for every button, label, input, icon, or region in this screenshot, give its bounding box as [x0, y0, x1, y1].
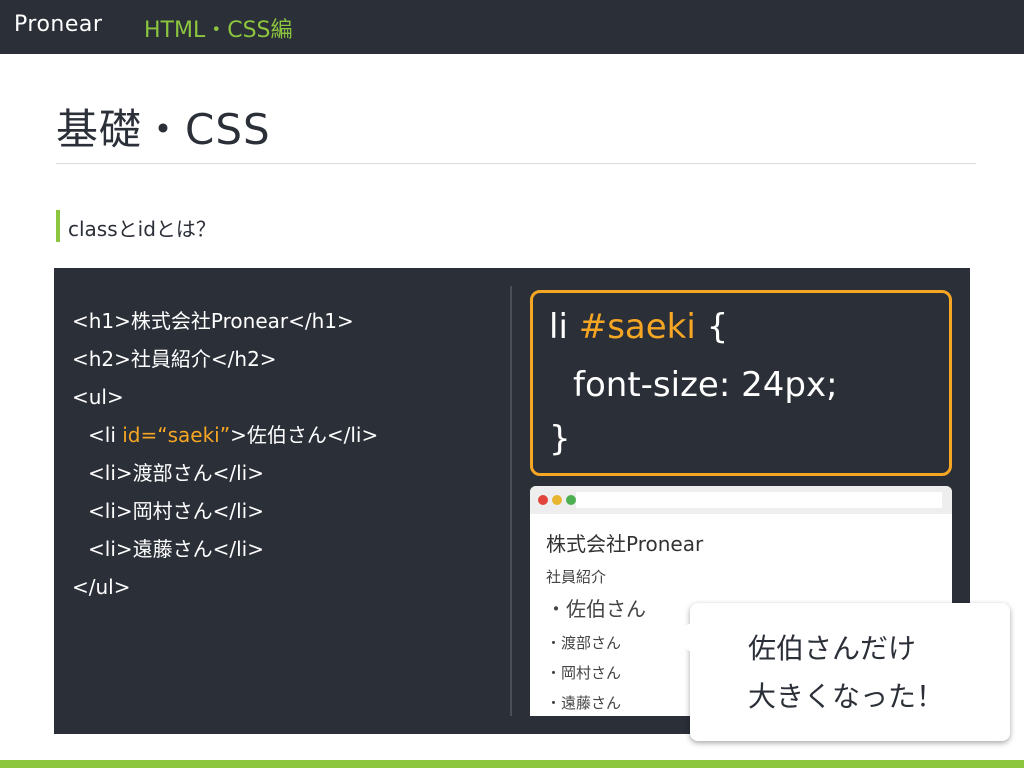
css-selector-id: #saeki [578, 307, 696, 347]
code-line: <li>遠藤さん</li> [72, 530, 378, 568]
code-text: >佐伯さん</li> [230, 423, 379, 447]
code-text: <li>岡村さん</li> [88, 499, 264, 523]
course-name: HTML・CSS編 [144, 18, 293, 43]
panel-divider [510, 286, 512, 716]
code-line: <ul> [72, 378, 378, 416]
code-text: <li>遠藤さん</li> [88, 537, 264, 561]
code-line: <h2>社員紹介</h2> [72, 340, 378, 378]
browser-toolbar [530, 486, 952, 514]
code-text: <li [88, 423, 123, 447]
callout-line: 佐伯さんだけ [748, 632, 917, 665]
maximize-dot-icon [566, 495, 576, 505]
code-line: <li>岡村さん</li> [72, 492, 378, 530]
section-title: classとidとは？ [68, 217, 216, 241]
callout-bubble: 佐伯さんだけ 大きくなった！ [666, 603, 1010, 741]
preview-subheading: 社員紹介 [546, 568, 607, 586]
css-open-brace: { [695, 307, 729, 347]
code-line: <li>渡部さん</li> [72, 454, 378, 492]
close-dot-icon [538, 495, 548, 505]
css-selector-line: li #saeki { [549, 307, 728, 347]
list-item: ・渡部さん [546, 634, 622, 652]
list-item-large: ・佐伯さん [546, 597, 646, 621]
css-declaration: font-size: 24px; [573, 365, 838, 405]
code-line-highlighted: <li id=“saeki”>佐伯さん</li> [72, 416, 378, 454]
css-code-box: li #saeki { font-size: 24px; } [530, 290, 952, 476]
css-close-brace: } [549, 419, 571, 459]
callout-tail [666, 623, 692, 653]
list-item: ・岡村さん [546, 664, 622, 682]
list-item: ・遠藤さん [546, 694, 622, 712]
preview-heading: 株式会社Pronear [546, 532, 704, 556]
callout-text: 佐伯さんだけ 大きくなった！ [748, 625, 944, 721]
css-selector-tag: li [549, 307, 579, 347]
address-bar [576, 492, 942, 508]
callout-line: 大きくなった！ [748, 680, 945, 713]
section-marker [56, 210, 60, 242]
code-text: </ul> [72, 575, 131, 599]
preview-list: ・佐伯さん ・渡部さん ・岡村さん ・遠藤さん [546, 590, 646, 716]
code-line: </ul> [72, 568, 378, 606]
html-code-block: <h1>株式会社Pronear</h1> <h2>社員紹介</h2> <ul> … [72, 302, 378, 606]
minimize-dot-icon [552, 495, 562, 505]
title-divider [56, 163, 976, 164]
code-text: <h1>株式会社Pronear</h1> [72, 309, 354, 333]
page-title: 基礎・CSS [56, 105, 271, 154]
code-line: <h1>株式会社Pronear</h1> [72, 302, 378, 340]
code-text: <ul> [72, 385, 124, 409]
id-attribute: id=“saeki” [122, 423, 231, 447]
top-bar: Pronear HTML・CSS編 [0, 0, 1024, 54]
code-text: <h2>社員紹介</h2> [72, 347, 277, 371]
code-text: <li>渡部さん</li> [88, 461, 264, 485]
bottom-accent-bar [0, 760, 1024, 768]
brand-name: Pronear [14, 12, 103, 37]
